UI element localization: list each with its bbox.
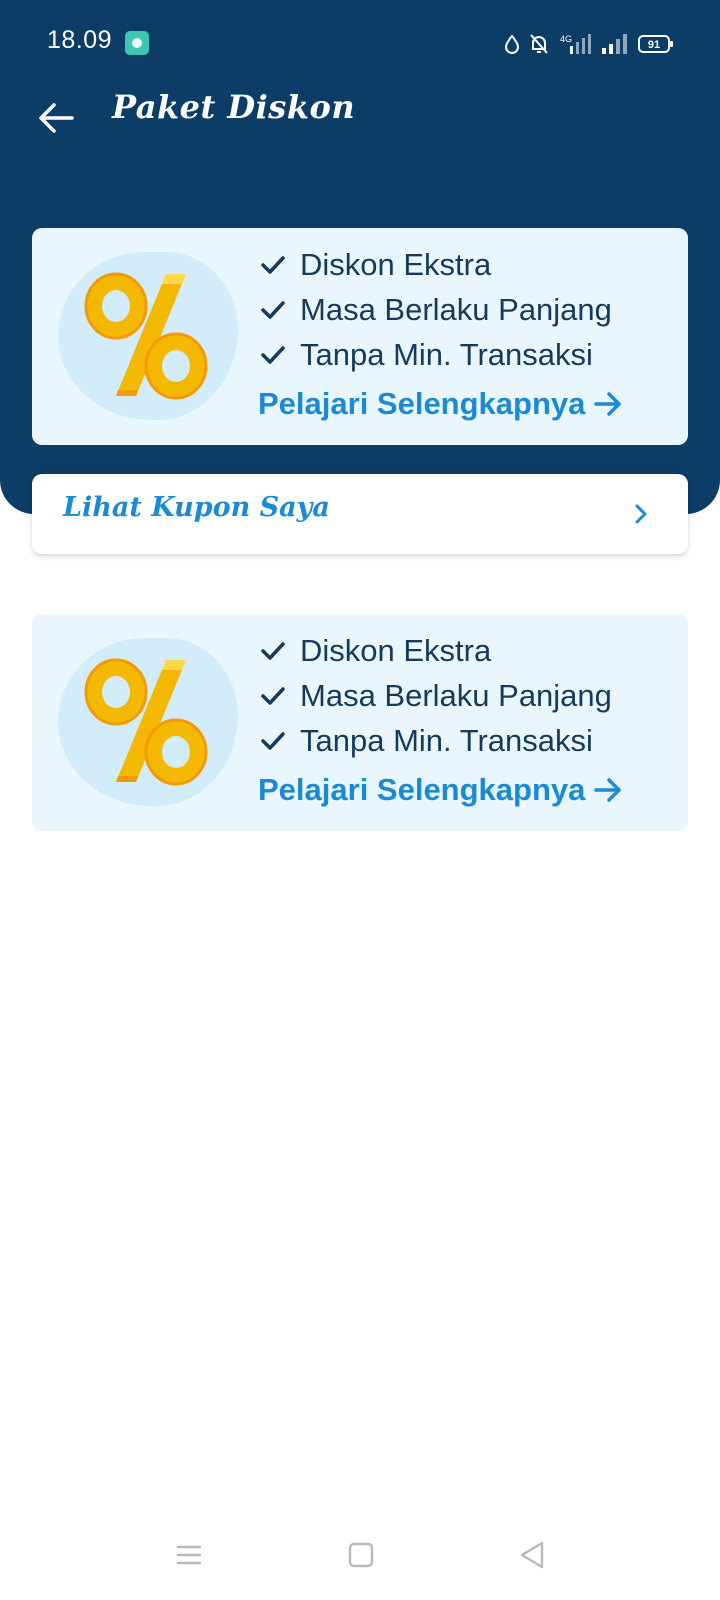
- check-icon: [261, 731, 285, 750]
- my-coupons-label: Lihat Kupon Saya: [63, 492, 330, 523]
- home-square-icon[interactable]: [348, 1542, 374, 1568]
- data-saver-icon: [504, 34, 520, 54]
- feature-item: Diskon Ekstra: [260, 242, 680, 287]
- feature-item: Tanpa Min. Transaksi: [260, 718, 680, 763]
- status-time: 18.09: [47, 26, 113, 54]
- feature-item: Diskon Ekstra: [260, 628, 680, 673]
- feature-label: Tanpa Min. Transaksi: [300, 722, 593, 758]
- feature-list: Diskon Ekstra Masa Berlaku Panjang Tanpa…: [260, 242, 680, 377]
- system-nav-bar: [0, 1510, 720, 1600]
- learn-more-link[interactable]: Pelajari Selengkapnya: [258, 772, 623, 808]
- feature-list: Diskon Ekstra Masa Berlaku Panjang Tanpa…: [260, 628, 680, 763]
- feature-label: Masa Berlaku Panjang: [300, 291, 612, 327]
- menu-icon[interactable]: [176, 1542, 202, 1568]
- bell-off-icon: [529, 33, 549, 55]
- back-triangle-icon[interactable]: [518, 1540, 546, 1570]
- app-notification-icon: [125, 31, 149, 55]
- signal-icon: [601, 33, 629, 55]
- status-bar: 18.09 4G 91: [0, 0, 720, 86]
- screen: 18.09 4G 91 Paket Diskon Diskon Ekstra M…: [0, 0, 720, 1600]
- arrow-right-icon: [594, 392, 622, 416]
- my-coupons-button[interactable]: Lihat Kupon Saya: [32, 474, 688, 554]
- network-type-label: 4G: [560, 34, 572, 44]
- check-icon: [261, 345, 285, 364]
- feature-label: Diskon Ekstra: [300, 246, 492, 282]
- percent-icon: [84, 272, 208, 400]
- battery-level: 91: [648, 39, 660, 51]
- percent-icon: [84, 658, 208, 786]
- page-title: Paket Diskon: [112, 88, 356, 126]
- chevron-right-icon: [635, 504, 647, 524]
- check-icon: [261, 255, 285, 274]
- feature-item: Tanpa Min. Transaksi: [260, 332, 680, 377]
- feature-label: Tanpa Min. Transaksi: [300, 336, 593, 372]
- check-icon: [261, 300, 285, 319]
- feature-label: Diskon Ekstra: [300, 632, 492, 668]
- feature-label: Masa Berlaku Panjang: [300, 677, 612, 713]
- promo-card[interactable]: Diskon Ekstra Masa Berlaku Panjang Tanpa…: [32, 614, 688, 831]
- learn-more-link[interactable]: Pelajari Selengkapnya: [258, 386, 623, 422]
- network-type-icon: 4G: [558, 32, 592, 56]
- check-icon: [261, 641, 285, 660]
- status-icons: 4G 91: [504, 30, 674, 58]
- promo-card[interactable]: Diskon Ekstra Masa Berlaku Panjang Tanpa…: [32, 228, 688, 445]
- learn-more-label: Pelajari Selengkapnya: [258, 386, 586, 421]
- arrow-right-icon: [594, 778, 622, 802]
- feature-item: Masa Berlaku Panjang: [260, 673, 680, 718]
- arrow-left-icon[interactable]: [36, 98, 76, 138]
- battery-icon: 91: [638, 34, 674, 54]
- learn-more-label: Pelajari Selengkapnya: [258, 772, 586, 807]
- check-icon: [261, 686, 285, 705]
- feature-item: Masa Berlaku Panjang: [260, 287, 680, 332]
